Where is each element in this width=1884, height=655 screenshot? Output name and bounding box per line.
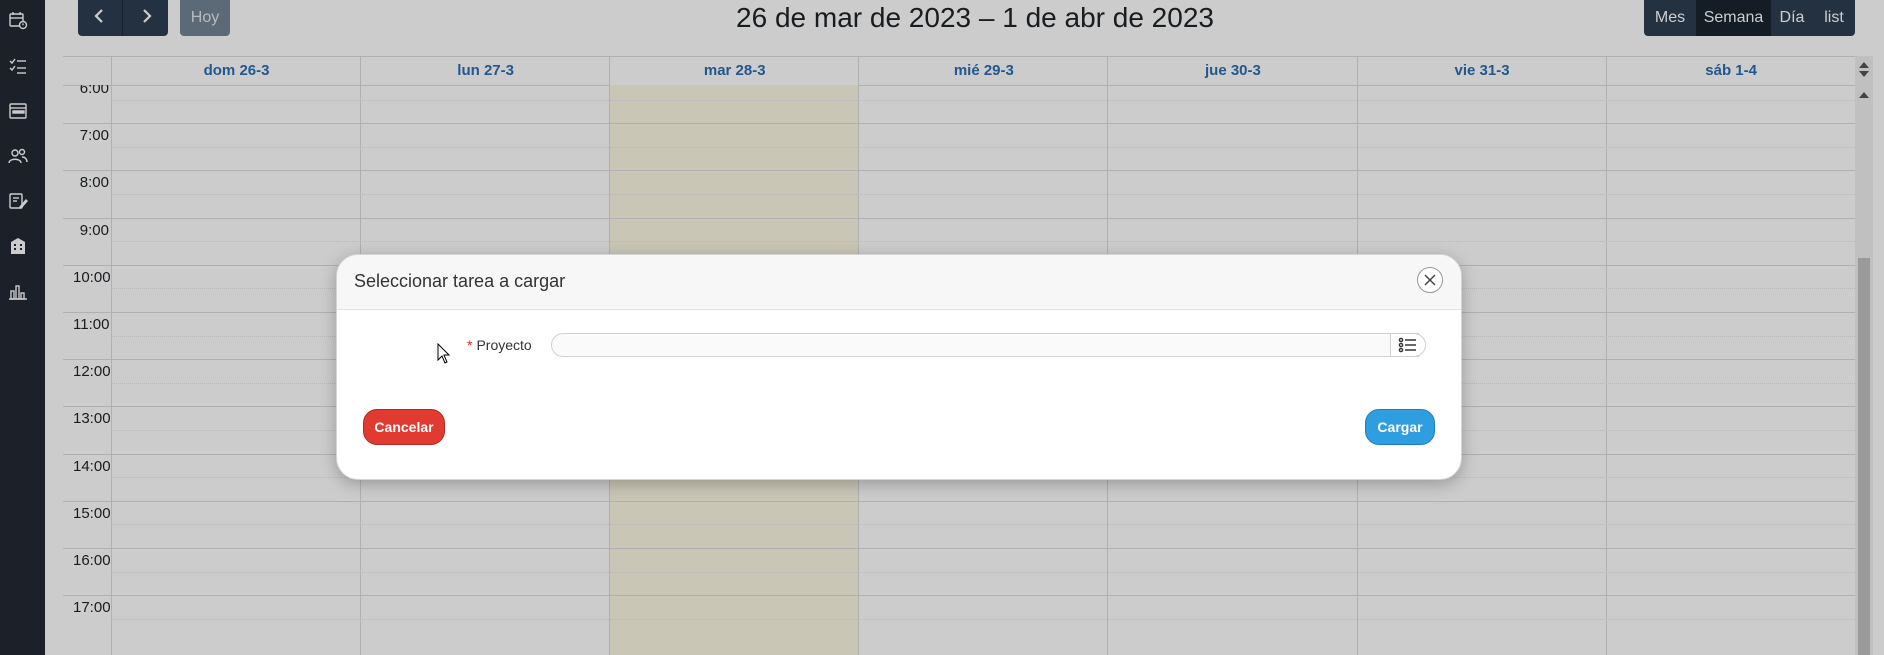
select-task-dialog: Seleccionar tarea a cargar * Proyecto Can… <box>336 254 1462 480</box>
dialog-title: Seleccionar tarea a cargar <box>354 271 566 291</box>
project-input[interactable] <box>551 333 1419 357</box>
mouse-cursor-icon <box>437 343 451 364</box>
project-field-label: * Proyecto <box>467 337 532 353</box>
project-list-button[interactable] <box>1390 333 1426 357</box>
required-asterisk: * <box>467 337 473 353</box>
project-label-text: Proyecto <box>476 337 532 353</box>
close-dialog-button[interactable] <box>1417 267 1443 293</box>
dialog-header: Seleccionar tarea a cargar <box>337 255 1461 310</box>
load-button[interactable]: Cargar <box>1365 409 1435 445</box>
list-icon <box>1398 337 1416 353</box>
cancel-button[interactable]: Cancelar <box>363 409 445 445</box>
close-icon <box>1424 274 1436 286</box>
